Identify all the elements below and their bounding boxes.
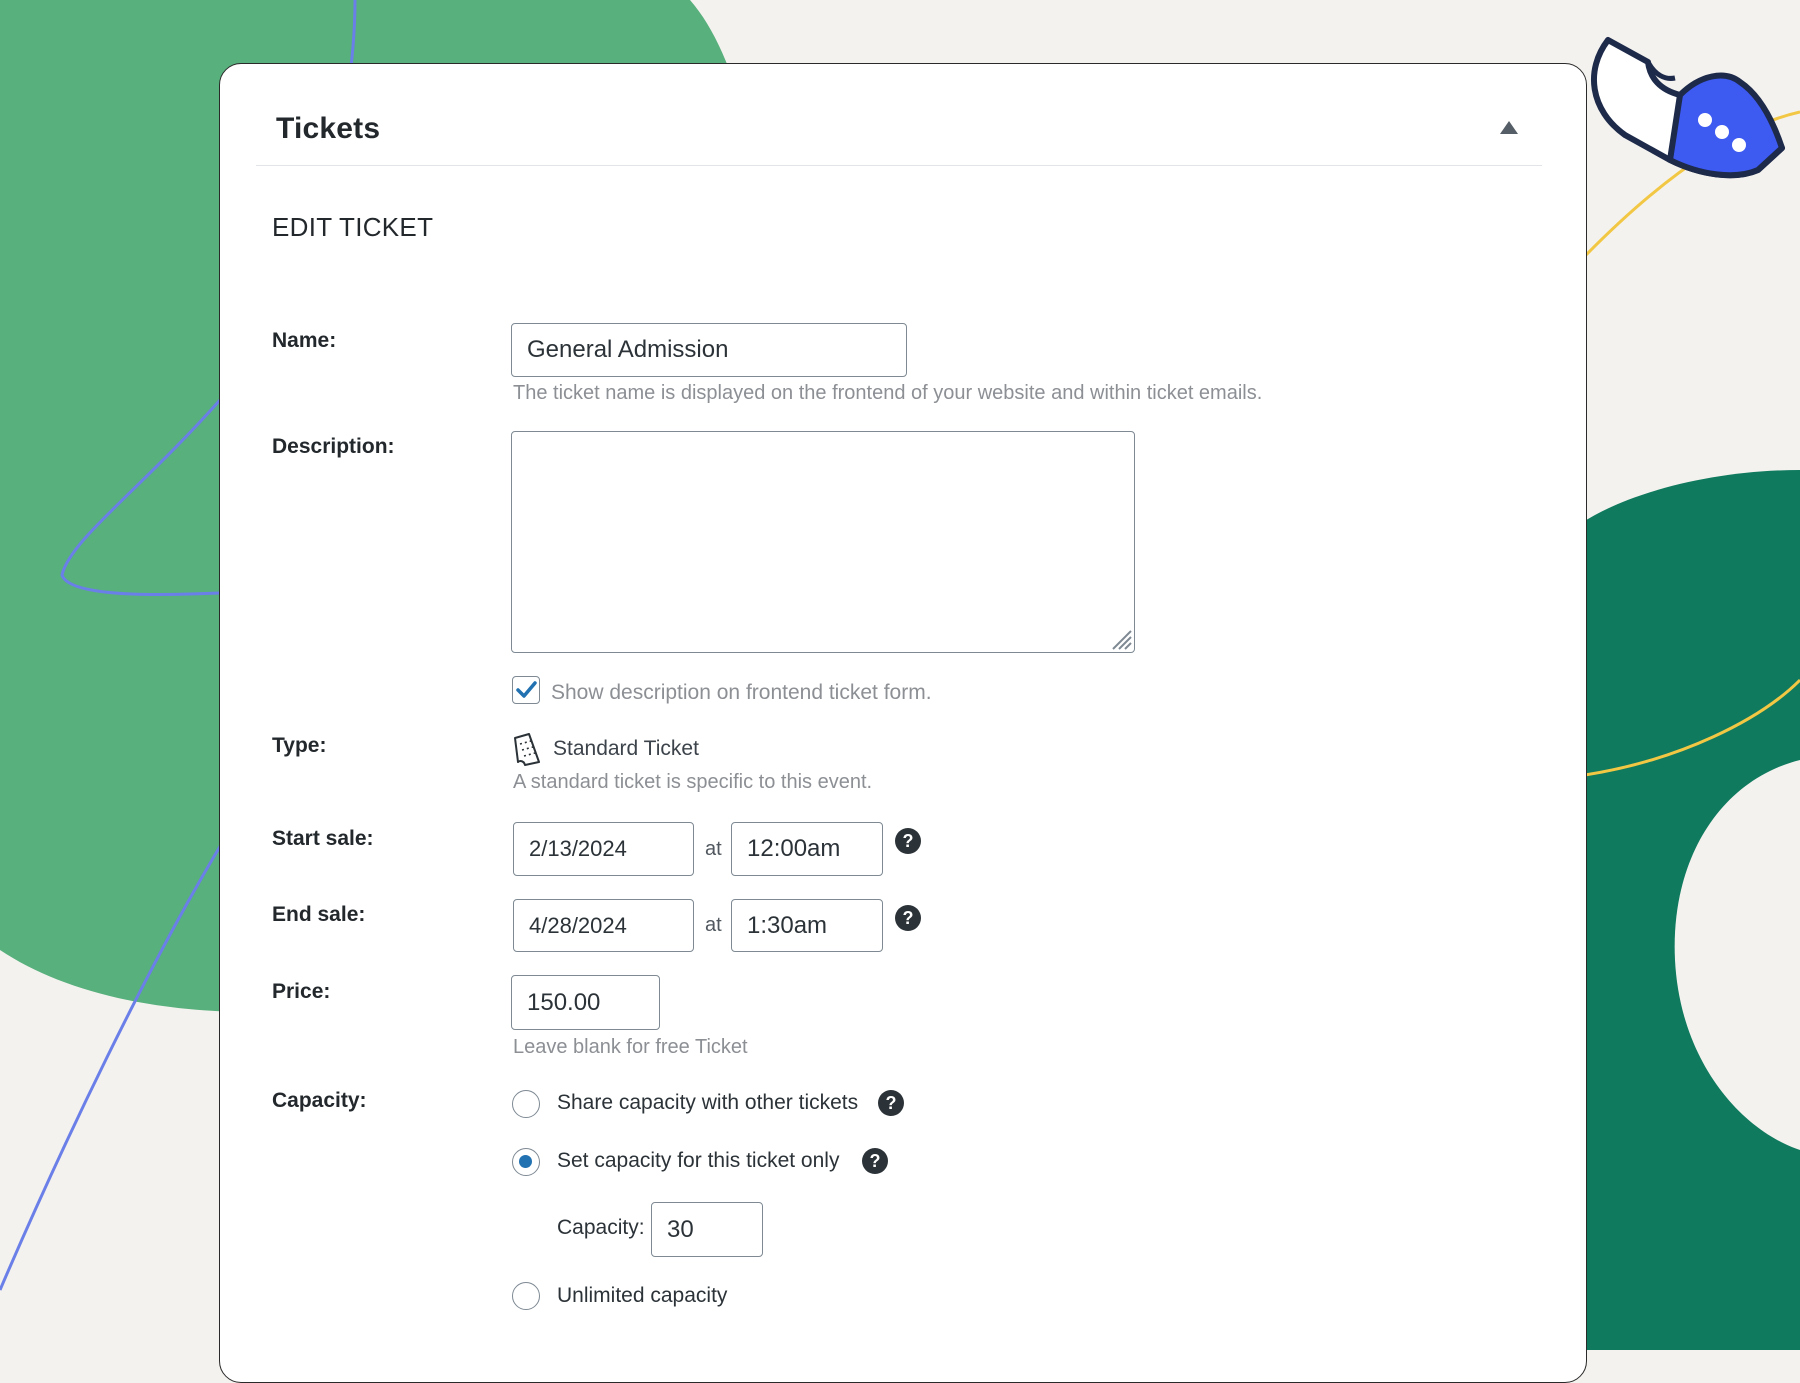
type-value: Standard Ticket <box>553 737 699 760</box>
price-hint: Leave blank for free Ticket <box>513 1036 748 1058</box>
start-sale-label: Start sale: <box>272 827 374 850</box>
show-description-label: Show description on frontend ticket form… <box>551 681 932 704</box>
tickets-panel: Tickets EDIT TICKET Name: The ticket nam… <box>219 63 1587 1383</box>
section-heading: EDIT TICKET <box>272 212 434 242</box>
set-capacity-radio[interactable] <box>512 1148 540 1176</box>
name-label: Name: <box>272 329 337 352</box>
share-capacity-label: Share capacity with other tickets <box>557 1091 859 1114</box>
end-sale-help-icon[interactable]: ? <box>895 905 921 931</box>
ticket-illustration <box>1590 37 1785 179</box>
start-time-input[interactable] <box>731 822 883 876</box>
end-sale-label: End sale: <box>272 903 366 926</box>
description-textarea[interactable] <box>511 431 1135 653</box>
description-label: Description: <box>272 435 395 458</box>
name-input[interactable] <box>511 323 907 377</box>
price-input[interactable] <box>511 975 660 1030</box>
end-time-input[interactable] <box>731 899 883 952</box>
type-label: Type: <box>272 734 327 757</box>
start-date-input[interactable] <box>513 822 694 876</box>
start-at-text: at <box>705 838 722 860</box>
set-capacity-help-icon[interactable]: ? <box>862 1148 888 1174</box>
share-capacity-radio[interactable] <box>512 1090 540 1118</box>
show-description-checkbox[interactable] <box>512 676 540 704</box>
unlimited-capacity-radio[interactable] <box>512 1282 540 1310</box>
checkmark-icon <box>516 681 537 698</box>
unlimited-capacity-label: Unlimited capacity <box>557 1284 728 1307</box>
end-date-input[interactable] <box>513 899 694 952</box>
resize-grip-icon[interactable] <box>1107 625 1133 651</box>
panel-title: Tickets <box>276 112 381 145</box>
set-capacity-label: Set capacity for this ticket only <box>557 1149 840 1172</box>
price-label: Price: <box>272 980 331 1003</box>
capacity-label: Capacity: <box>272 1089 367 1112</box>
panel-header: Tickets <box>256 64 1542 166</box>
capacity-input[interactable] <box>651 1202 763 1257</box>
type-hint: A standard ticket is specific to this ev… <box>513 771 873 793</box>
share-capacity-help-icon[interactable]: ? <box>878 1090 904 1116</box>
ticket-icon <box>514 733 540 766</box>
start-sale-help-icon[interactable]: ? <box>895 828 921 854</box>
name-hint: The ticket name is displayed on the fron… <box>513 382 1263 404</box>
end-at-text: at <box>705 914 722 936</box>
triangle-up-icon[interactable] <box>1500 121 1518 134</box>
capacity-field-label: Capacity: <box>557 1216 645 1239</box>
